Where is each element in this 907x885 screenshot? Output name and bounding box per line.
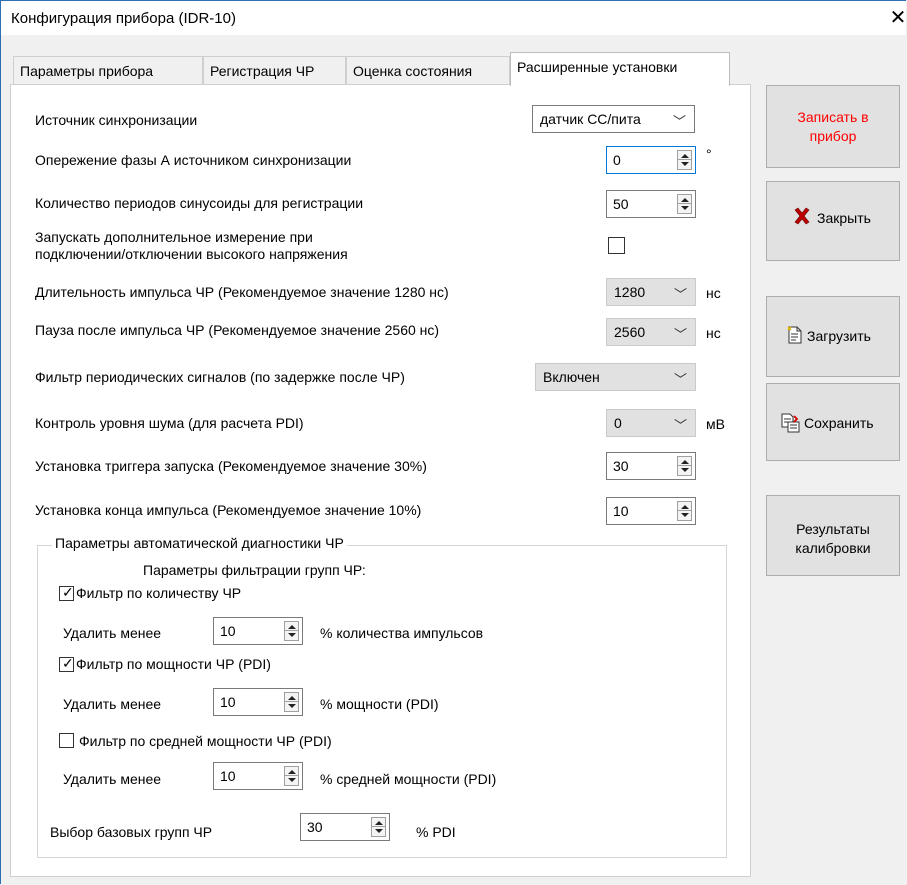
base-groups-unit: % PDI (416, 824, 456, 840)
power-filter-checkbox[interactable]: ✓ (59, 655, 74, 672)
chevron-down-icon: ﹀ (673, 327, 687, 342)
count-filter-unit: % количества импульсов (320, 625, 484, 641)
document-save-icon (781, 413, 801, 436)
close-button-label: Закрыть (817, 210, 871, 226)
phase-advance-field[interactable]: 0 (606, 146, 696, 174)
count-filter-value: 10 (220, 623, 236, 639)
sync-source-value: датчик СС/пита (540, 111, 641, 127)
base-groups-value: 30 (307, 819, 323, 835)
tab-advanced-settings[interactable]: Расширенные установки (510, 52, 730, 86)
chevron-down-icon: ﹀ (673, 372, 687, 387)
periods-field[interactable]: 50 (606, 190, 696, 218)
degree-unit: ° (706, 146, 712, 162)
pulse-end-field[interactable]: 10 (606, 497, 696, 525)
calib-button-line2: калибровки (795, 540, 871, 556)
periodic-filter-label: Фильтр периодических сигналов (по задерж… (35, 369, 405, 385)
spin-buttons[interactable] (284, 692, 299, 712)
avg-power-filter-unit: % средней мощности (PDI) (320, 771, 497, 787)
close-window-icon[interactable]: ✕ (888, 5, 907, 30)
remove-less-label: Удалить менее (63, 696, 162, 712)
avg-power-filter-value: 10 (220, 768, 236, 784)
avg-power-filter-label: Фильтр по средней мощности ЧР (PDI) (79, 733, 332, 749)
remove-less-label: Удалить менее (63, 771, 162, 787)
trigger-field[interactable]: 30 (606, 452, 696, 480)
save-button[interactable]: Сохранить (766, 383, 900, 461)
mv-unit: мВ (706, 416, 725, 432)
spin-buttons[interactable] (677, 150, 692, 170)
power-filter-field[interactable]: 10 (213, 688, 303, 716)
document-load-icon (787, 326, 803, 347)
avg-power-filter-field[interactable]: 10 (213, 762, 303, 790)
pulse-pause-select[interactable]: 2560 ﹀ (606, 318, 696, 346)
periods-value: 50 (613, 196, 629, 212)
write-button-line1: Записать в (797, 109, 869, 125)
ns-unit: нс (706, 285, 721, 301)
trigger-value: 30 (613, 458, 629, 474)
ns-unit: нс (706, 325, 721, 341)
avg-power-filter-checkbox[interactable] (59, 733, 74, 748)
spin-buttons[interactable] (371, 817, 386, 837)
calib-button-line1: Результаты (796, 521, 870, 537)
chevron-down-icon: ﹀ (673, 287, 687, 302)
check-icon: ✓ (62, 584, 74, 600)
sync-source-label: Источник синхронизации (35, 112, 198, 128)
spin-buttons[interactable] (677, 456, 692, 476)
tab-device-params[interactable]: Параметры прибора (13, 56, 203, 84)
base-groups-label: Выбор базовых групп ЧР (50, 824, 213, 840)
noise-control-value: 0 (614, 415, 622, 431)
spin-buttons[interactable] (284, 766, 299, 786)
pulse-pause-value: 2560 (614, 324, 646, 340)
write-to-device-button[interactable]: Записать в прибор (766, 85, 900, 168)
save-button-label: Сохранить (804, 415, 874, 431)
chevron-down-icon: ﹀ (672, 114, 686, 129)
load-button[interactable]: Загрузить (766, 296, 900, 377)
noise-control-select[interactable]: 0 ﹀ (606, 409, 696, 437)
title-bar: Конфигурация прибора (IDR-10) ✕ (1, 1, 906, 35)
periods-label: Количество периодов синусоиды для регист… (35, 195, 364, 211)
auto-diagnostics-legend: Параметры автоматической диагностики ЧР (52, 535, 347, 551)
extra-measure-label-line2: подключении/отключении высокого напряжен… (35, 246, 348, 262)
noise-control-label: Контроль уровня шума (для расчета PDI) (35, 415, 304, 431)
extra-measure-checkbox[interactable] (608, 237, 625, 254)
close-button[interactable]: Закрыть (766, 181, 900, 261)
periodic-filter-select[interactable]: Включен ﹀ (535, 363, 696, 391)
window-title: Конфигурация прибора (IDR-10) (11, 10, 236, 27)
power-filter-unit: % мощности (PDI) (320, 696, 439, 712)
power-filter-value: 10 (220, 694, 236, 710)
pulse-end-label: Установка конца импульса (Рекомендуемое … (35, 502, 422, 518)
remove-less-label: Удалить менее (63, 625, 162, 641)
pulse-duration-value: 1280 (614, 284, 646, 300)
spin-buttons[interactable] (677, 501, 692, 521)
tab-pd-registration[interactable]: Регистрация ЧР (203, 56, 346, 84)
check-icon: ✓ (62, 655, 74, 671)
base-groups-field[interactable]: 30 (300, 813, 390, 841)
spin-buttons[interactable] (284, 621, 299, 641)
write-button-line2: прибор (809, 128, 857, 144)
red-x-icon (793, 207, 811, 228)
filtering-subtitle: Параметры фильтрации групп ЧР: (143, 562, 366, 578)
power-filter-label: Фильтр по мощности ЧР (PDI) (76, 656, 271, 672)
periodic-filter-value: Включен (543, 369, 600, 385)
pulse-pause-label: Пауза после импульса ЧР (Рекомендуемое з… (35, 322, 440, 338)
chevron-down-icon: ﹀ (673, 418, 687, 433)
sync-source-select[interactable]: датчик СС/пита ﹀ (532, 105, 695, 133)
count-filter-checkbox[interactable]: ✓ (59, 584, 74, 601)
phase-advance-value: 0 (613, 152, 621, 168)
calibration-results-button[interactable]: Результаты калибровки (766, 495, 900, 576)
count-filter-label: Фильтр по количеству ЧР (76, 585, 242, 601)
pulse-end-value: 10 (613, 503, 629, 519)
tab-state-assessment[interactable]: Оценка состояния (346, 56, 510, 84)
trigger-label: Установка триггера запуска (Рекомендуемо… (35, 458, 427, 474)
pulse-duration-label: Длительность импульса ЧР (Рекомендуемое … (35, 284, 449, 300)
extra-measure-label-line1: Запускать дополнительное измерение при (35, 229, 313, 245)
pulse-duration-select[interactable]: 1280 ﹀ (606, 278, 696, 306)
phase-advance-label: Опережение фазы А источником синхронизац… (35, 152, 352, 168)
spin-buttons[interactable] (677, 194, 692, 214)
load-button-label: Загрузить (807, 328, 871, 344)
count-filter-field[interactable]: 10 (213, 617, 303, 645)
